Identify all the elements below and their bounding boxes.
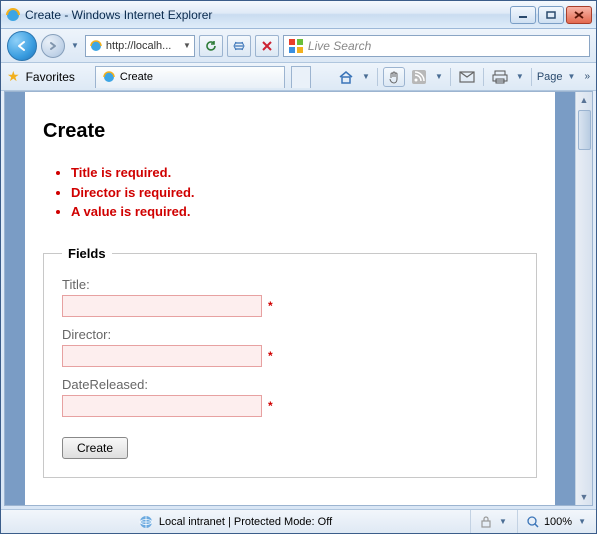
ie-tab-icon xyxy=(102,70,116,84)
right-stripe xyxy=(555,92,575,505)
address-text: http://localh... xyxy=(106,40,171,52)
favorites-star-icon[interactable]: ★ xyxy=(7,68,20,85)
separator xyxy=(377,68,378,86)
page-heading: Create xyxy=(43,120,537,143)
director-label: Director: xyxy=(62,327,518,342)
feeds-button[interactable] xyxy=(408,67,430,87)
vertical-scrollbar[interactable]: ▲ ▼ xyxy=(575,92,592,505)
maximize-button[interactable] xyxy=(538,6,564,24)
scroll-down-icon[interactable]: ▼ xyxy=(580,489,589,505)
tab-label: Create xyxy=(120,71,153,83)
validation-error: A value is required. xyxy=(71,202,537,222)
forward-button[interactable] xyxy=(41,34,65,58)
status-security[interactable]: ▼ xyxy=(470,510,509,533)
required-marker: * xyxy=(268,299,273,313)
close-button[interactable] xyxy=(566,6,592,24)
favorites-label[interactable]: Favorites xyxy=(26,70,75,84)
ie-window: Create - Windows Internet Explorer ▼ htt… xyxy=(0,0,597,534)
more-chevron-icon[interactable]: » xyxy=(584,71,590,82)
validation-error: Title is required. xyxy=(71,163,537,183)
field-date-released: DateReleased: * xyxy=(62,377,518,417)
ie-page-icon xyxy=(89,39,103,53)
window-buttons xyxy=(510,6,592,24)
ie-logo-icon xyxy=(5,7,21,23)
home-dropdown-icon[interactable]: ▼ xyxy=(362,72,370,81)
create-button[interactable]: Create xyxy=(62,437,128,459)
content-area: Create Title is required. Director is re… xyxy=(4,91,593,506)
zoom-icon xyxy=(526,515,540,529)
date-released-input[interactable] xyxy=(62,395,262,417)
search-placeholder: Live Search xyxy=(308,39,371,53)
title-label: Title: xyxy=(62,277,518,292)
page-menu-dropdown-icon[interactable]: ▼ xyxy=(568,72,576,81)
page-body: Create Title is required. Director is re… xyxy=(25,92,555,505)
status-zone: Local intranet | Protected Mode: Off xyxy=(9,515,462,529)
status-zoom[interactable]: 100% ▼ xyxy=(517,510,588,533)
date-released-label: DateReleased: xyxy=(62,377,518,392)
intranet-zone-icon xyxy=(139,515,153,529)
command-bar: ▼ ▼ ▼ Page ▼ » xyxy=(335,67,590,87)
fields-fieldset: Fields Title: * Director: * Dat xyxy=(43,246,537,478)
separator xyxy=(450,68,451,86)
security-dropdown-icon[interactable]: ▼ xyxy=(499,517,507,526)
separator xyxy=(483,68,484,86)
zoom-dropdown-icon[interactable]: ▼ xyxy=(578,517,586,526)
title-input[interactable] xyxy=(62,295,262,317)
required-marker: * xyxy=(268,349,273,363)
left-stripe xyxy=(5,92,25,505)
hand-tool-button[interactable] xyxy=(383,67,405,87)
validation-error: Director is required. xyxy=(71,183,537,203)
compat-view-button[interactable] xyxy=(227,35,251,57)
field-director: Director: * xyxy=(62,327,518,367)
refresh-button[interactable] xyxy=(199,35,223,57)
tab-create[interactable]: Create xyxy=(95,66,285,88)
page-menu[interactable]: Page xyxy=(537,71,563,83)
status-bar: Local intranet | Protected Mode: Off ▼ 1… xyxy=(1,509,596,533)
live-search-icon xyxy=(288,38,304,54)
nav-bar: ▼ http://localh... ▼ Live Search xyxy=(1,29,596,63)
print-dropdown-icon[interactable]: ▼ xyxy=(516,72,524,81)
read-mail-button[interactable] xyxy=(456,67,478,87)
status-zone-text: Local intranet | Protected Mode: Off xyxy=(159,516,332,528)
print-button[interactable] xyxy=(489,67,511,87)
address-dropdown-icon[interactable]: ▼ xyxy=(183,41,191,50)
favorites-bar: ★ Favorites Create ▼ ▼ xyxy=(1,63,596,91)
required-marker: * xyxy=(268,399,273,413)
address-bar[interactable]: http://localh... ▼ xyxy=(85,35,195,57)
nav-history-dropdown-icon[interactable]: ▼ xyxy=(71,41,79,50)
back-button[interactable] xyxy=(7,31,37,61)
title-bar: Create - Windows Internet Explorer xyxy=(1,1,596,29)
minimize-button[interactable] xyxy=(510,6,536,24)
scroll-up-icon[interactable]: ▲ xyxy=(580,92,589,108)
zoom-level: 100% xyxy=(544,516,572,528)
director-input[interactable] xyxy=(62,345,262,367)
separator xyxy=(531,68,532,86)
field-title: Title: * xyxy=(62,277,518,317)
new-tab-button[interactable] xyxy=(291,66,311,88)
window-title: Create - Windows Internet Explorer xyxy=(25,8,510,22)
stop-button[interactable] xyxy=(255,35,279,57)
scroll-thumb[interactable] xyxy=(578,110,591,150)
validation-summary: Title is required. Director is required.… xyxy=(43,163,537,222)
lock-icon xyxy=(479,515,493,529)
home-button[interactable] xyxy=(335,67,357,87)
fieldset-legend: Fields xyxy=(62,246,112,261)
feeds-dropdown-icon[interactable]: ▼ xyxy=(435,72,443,81)
search-box[interactable]: Live Search xyxy=(283,35,590,57)
